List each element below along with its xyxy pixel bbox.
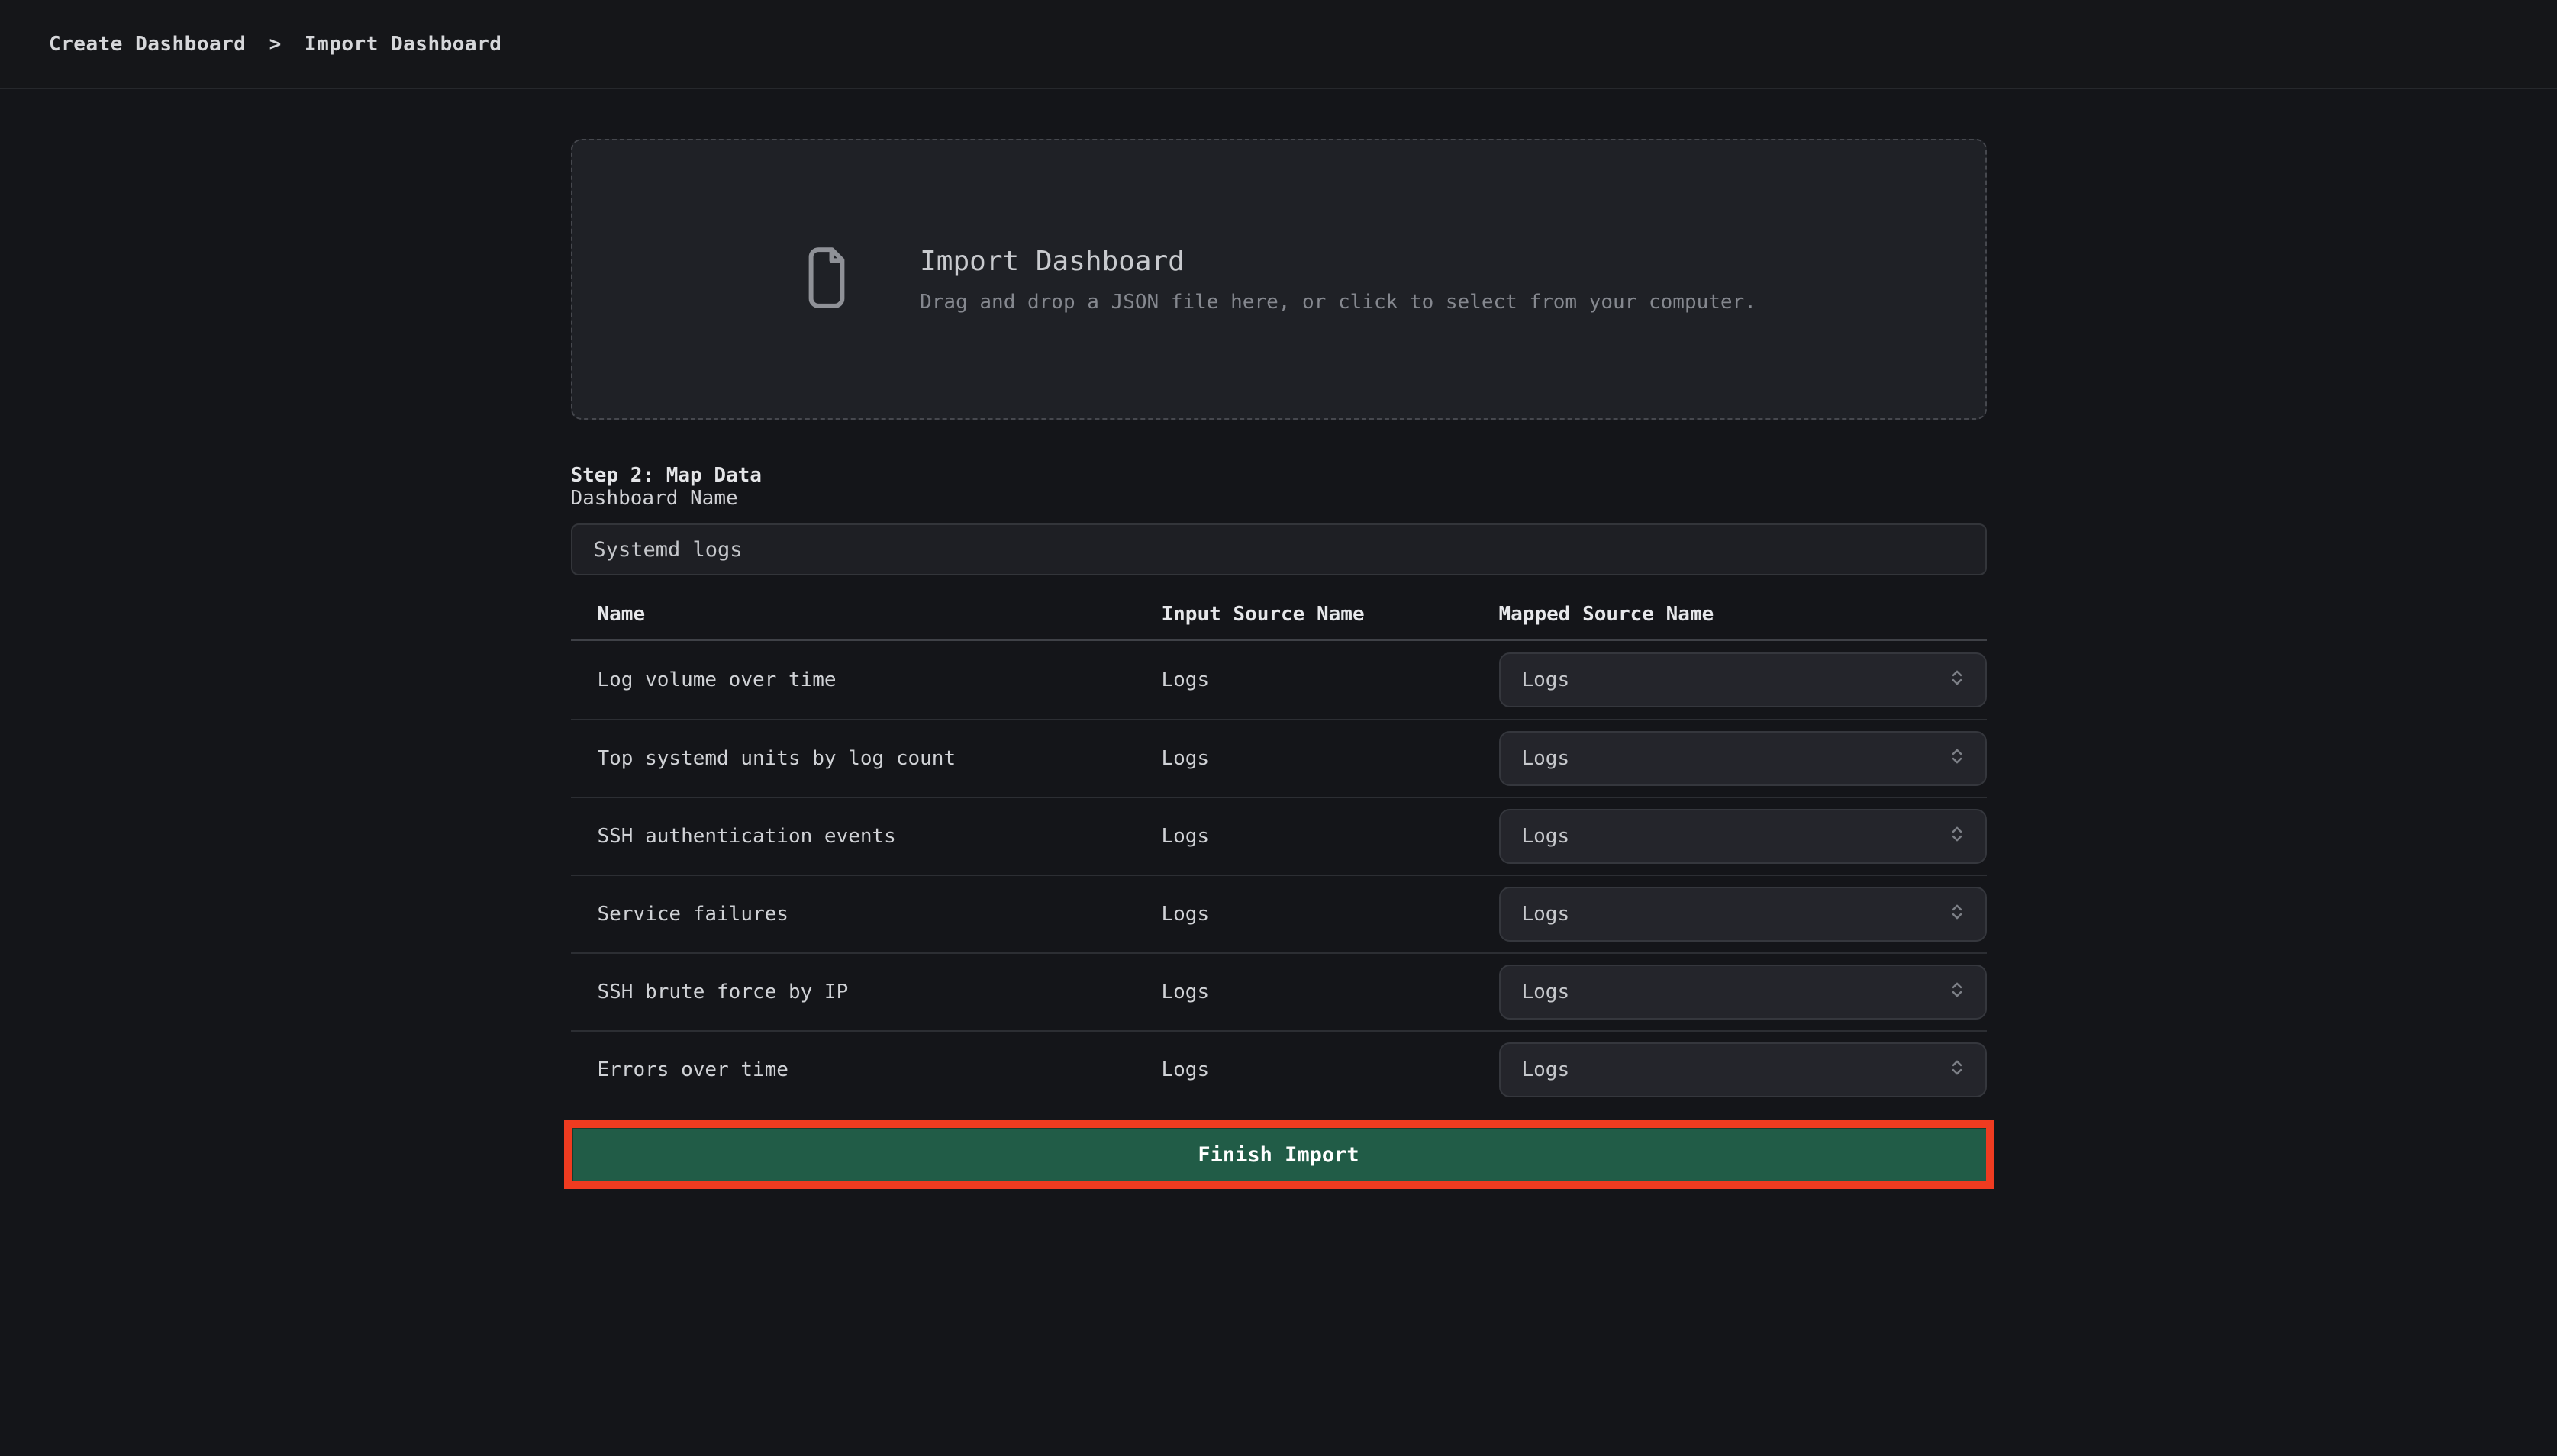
- mapped-source-select[interactable]: Logs: [1499, 1042, 1987, 1097]
- mapped-source-select[interactable]: Logs: [1499, 731, 1987, 786]
- dashboard-name-input[interactable]: [571, 523, 1987, 575]
- breadcrumb-separator: >: [269, 33, 282, 56]
- import-dashboard-page: Import Dashboard Drag and drop a JSON fi…: [571, 89, 1987, 1189]
- step-heading: Step 2: Map Data: [571, 464, 1987, 487]
- breadcrumb-create-dashboard[interactable]: Create Dashboard: [49, 33, 246, 56]
- chevrons-up-down-icon: [1946, 900, 1969, 929]
- widget-name: SSH brute force by IP: [571, 981, 1162, 1003]
- json-file-dropzone[interactable]: Import Dashboard Drag and drop a JSON fi…: [571, 139, 1987, 420]
- finish-import-button[interactable]: Finish Import: [572, 1128, 1986, 1181]
- widget-name: Errors over time: [571, 1058, 1162, 1081]
- mapping-table: Name Input Source Name Mapped Source Nam…: [571, 603, 1987, 1108]
- input-source-name: Logs: [1162, 747, 1499, 770]
- dropzone-text: Import Dashboard Drag and drop a JSON fi…: [920, 246, 1756, 314]
- table-row: Errors over time Logs Logs: [571, 1030, 1987, 1108]
- widget-name: SSH authentication events: [571, 825, 1162, 848]
- mapped-source-value: Logs: [1522, 825, 1570, 848]
- input-source-name: Logs: [1162, 668, 1499, 691]
- mapped-source-value: Logs: [1522, 903, 1570, 926]
- chevrons-up-down-icon: [1946, 1056, 1969, 1084]
- dropzone-subtitle: Drag and drop a JSON file here, or click…: [920, 291, 1756, 314]
- mapped-source-value: Logs: [1522, 981, 1570, 1003]
- input-source-name: Logs: [1162, 1058, 1499, 1081]
- table-row: Top systemd units by log count Logs Logs: [571, 719, 1987, 797]
- top-bar: Create Dashboard > Import Dashboard: [0, 0, 2557, 89]
- chevrons-up-down-icon: [1946, 666, 1969, 694]
- mapped-source-select[interactable]: Logs: [1499, 965, 1987, 1020]
- mapping-table-body: Log volume over time Logs Logs Top syste…: [571, 641, 1987, 1108]
- file-icon: [801, 242, 853, 317]
- widget-name: Top systemd units by log count: [571, 747, 1162, 770]
- input-source-name: Logs: [1162, 825, 1499, 848]
- mapped-source-select[interactable]: Logs: [1499, 652, 1987, 707]
- column-header-input-source: Input Source Name: [1162, 603, 1499, 626]
- finish-import-highlight: Finish Import: [564, 1120, 1994, 1189]
- mapped-source-value: Logs: [1522, 668, 1570, 691]
- chevrons-up-down-icon: [1946, 745, 1969, 773]
- widget-name: Log volume over time: [571, 668, 1162, 691]
- breadcrumb-import-dashboard: Import Dashboard: [305, 33, 501, 56]
- chevrons-up-down-icon: [1946, 978, 1969, 1007]
- column-header-mapped-source: Mapped Source Name: [1499, 603, 1987, 626]
- mapping-table-header: Name Input Source Name Mapped Source Nam…: [571, 603, 1987, 641]
- mapped-source-value: Logs: [1522, 1058, 1570, 1081]
- table-row: SSH authentication events Logs Logs: [571, 797, 1987, 875]
- dropzone-title: Import Dashboard: [920, 246, 1756, 277]
- breadcrumb: Create Dashboard > Import Dashboard: [49, 33, 501, 56]
- table-row: Log volume over time Logs Logs: [571, 641, 1987, 719]
- mapped-source-value: Logs: [1522, 747, 1570, 770]
- chevrons-up-down-icon: [1946, 823, 1969, 851]
- mapped-source-select[interactable]: Logs: [1499, 809, 1987, 864]
- input-source-name: Logs: [1162, 981, 1499, 1003]
- widget-name: Service failures: [571, 903, 1162, 926]
- input-source-name: Logs: [1162, 903, 1499, 926]
- column-header-name: Name: [571, 603, 1162, 626]
- dashboard-name-label: Dashboard Name: [571, 487, 738, 510]
- mapped-source-select[interactable]: Logs: [1499, 887, 1987, 942]
- table-row: Service failures Logs Logs: [571, 875, 1987, 952]
- table-row: SSH brute force by IP Logs Logs: [571, 952, 1987, 1030]
